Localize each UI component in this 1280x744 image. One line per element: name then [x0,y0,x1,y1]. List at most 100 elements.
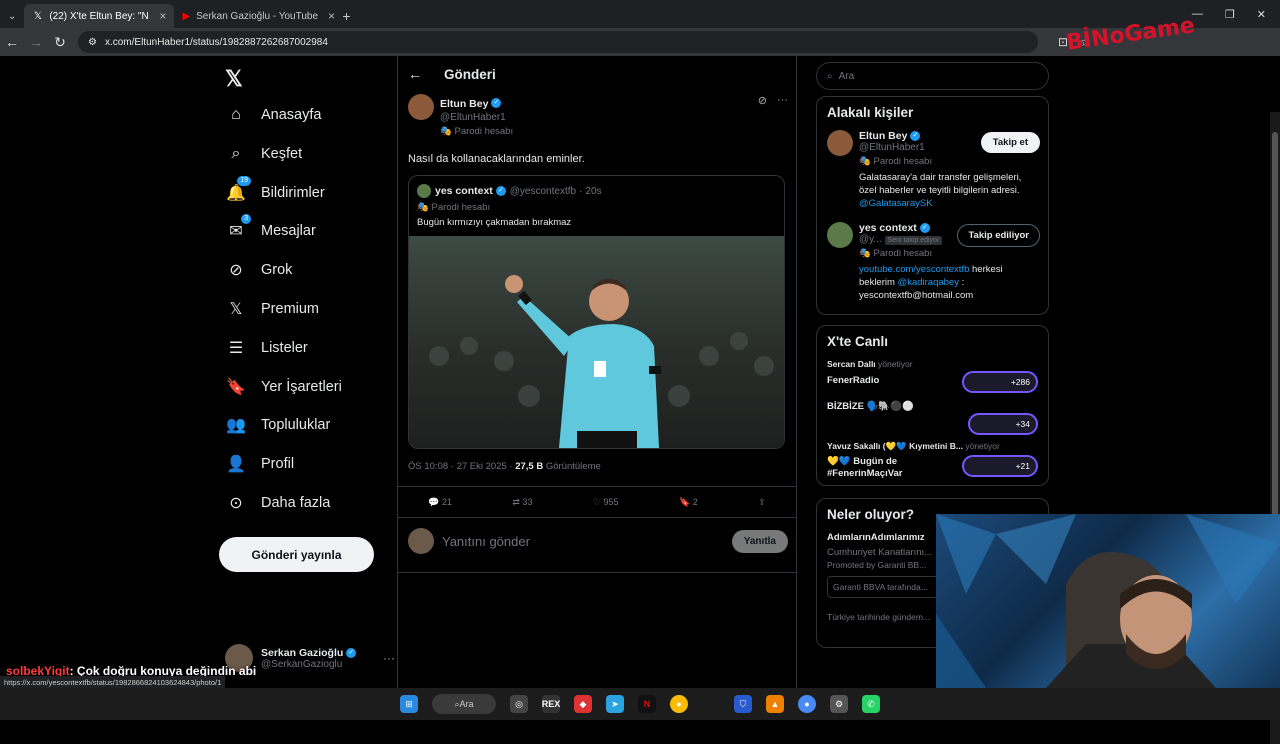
shield-icon[interactable]: ⛉ [734,695,752,713]
home-icon: ⌂ [231,106,241,123]
site-info-icon[interactable]: ⚙ [88,37,97,48]
app-icon[interactable]: ◎ [510,695,528,713]
author-handle[interactable]: @EltunHaber1 [440,112,513,123]
chrome-icon[interactable]: ● [670,695,688,713]
avatar [408,528,434,554]
close-icon[interactable]: × [159,9,166,23]
live-space[interactable]: BİZBİZE 🗣️🐘⚫⚪ +34 [827,401,1038,435]
nav-item-mail[interactable]: ✉ 3 Mesajlar [225,214,316,242]
live-panel: X'te Canlı Sercan Dallı yönetiyor FenerR… [816,325,1049,486]
more-circle-icon: ⊙ [229,495,243,512]
parody-mask-icon: 🎭 [859,248,871,259]
vlc-icon[interactable]: ▲ [766,695,784,713]
live-space[interactable]: Sercan Dallı yönetiyor FenerRadio +286 [827,359,1038,393]
nav-item-communities[interactable]: 👥 Topluluklar [225,414,330,436]
nav-item-search[interactable]: ⌕ Keşfet [225,143,303,165]
bell-icon: 🔔 19 [225,175,251,204]
verified-icon: ✓ [919,223,930,234]
quoted-tweet[interactable]: yes context ✓ @yescontextfb · 20s 🎭 Paro… [408,175,785,449]
nav-item-label: Profil [261,456,295,473]
nav-item-home[interactable]: ⌂ Anasayfa [225,104,321,126]
reply-composer: Yanıtını gönder Yanıtla [408,528,788,554]
nav-item-list[interactable]: ☰ Listeler [225,337,308,359]
reply-input[interactable]: Yanıtını gönder [442,534,732,549]
reply-action[interactable]: 💬 21 [428,497,452,508]
chrome-icon[interactable]: ● [798,695,816,713]
tab-list-button[interactable]: ⌄ [0,4,24,28]
bookmark-icon: 🔖 [226,378,246,396]
main-column: ← Gönderi Eltun Bey ✓ @EltunHaber1 🎭 Paro… [397,56,797,688]
referee-photo[interactable] [409,236,785,448]
reload-icon[interactable]: ↻ [48,34,72,51]
tweet-text: Nasıl da kollanacaklarından eminler. [408,153,585,165]
parody-mask-icon: 🎭 [859,156,871,167]
x-premium-icon: 𝕏 [229,301,243,318]
restore-icon[interactable]: ❐ [1225,8,1235,21]
scroll-thumb[interactable] [1272,132,1278,532]
avatar [827,222,853,248]
more-icon[interactable]: ··· [383,651,395,665]
nav-item-label: Daha fazla [261,495,331,511]
url-field[interactable]: ⚙ x.com/EltunHaber1/status/1982887262687… [78,31,1038,53]
nav-item-x-premium[interactable]: 𝕏 Premium [225,298,319,320]
share-icon[interactable]: ⇪ [758,497,766,508]
x-logo-icon[interactable]: 𝕏 [225,66,243,92]
nav-item-label: Yer İşaretleri [261,378,342,395]
relevant-people-panel: Alakalı kişiler Eltun Bey ✓ @EltunHaber1 … [816,96,1049,315]
tab-x-post[interactable]: 𝕏 (22) X'te Eltun Bey: "Nasıl da k... × [24,4,175,28]
tweet-meta: ÖS 10:08 · 27 Eki 2025 · 27,5 B Görüntül… [408,461,601,472]
grok-icon[interactable]: ⊘ [758,94,767,107]
avatar [827,130,853,156]
verified-icon: ✓ [346,647,357,658]
tab-youtube[interactable]: ▶ Serkan Gazioğlu - YouTube × [174,4,335,28]
browser-tab-bar: ⌄ 𝕏 (22) X'te Eltun Bey: "Nasıl da k... … [0,0,1280,28]
like-action[interactable]: ♡ 955 [593,497,619,508]
nav-item-bookmark[interactable]: 🔖 Yer İşaretleri [225,376,342,398]
back-icon[interactable]: ← [0,34,24,50]
telegram-icon[interactable]: ➤ [606,695,624,713]
list-icon: ☰ [228,339,244,357]
avatar[interactable] [408,94,434,120]
more-icon[interactable]: ··· [777,94,788,107]
nav-item-label: Grok [261,262,293,279]
forward-icon[interactable]: → [24,34,48,50]
live-space[interactable]: Yavuz Sakallı (💛💙 Kıymetini B... yönetiy… [827,441,1038,479]
new-tab-button[interactable]: + [334,4,358,28]
nav-item-label: Keşfet [261,145,303,162]
bookmark-action[interactable]: 🔖 2 [679,497,698,508]
following-button[interactable]: Takip ediliyor [957,224,1040,247]
tweet: Eltun Bey ✓ @EltunHaber1 🎭 Parodi hesabı … [408,94,788,472]
nav-item-profile[interactable]: 👤 Profil [225,453,294,475]
person-card[interactable]: yes context ✓ @y... Seni takip ediyor 🎭 P… [827,222,1040,302]
nav-item-grok[interactable]: ⊘ Grok [225,259,292,281]
notification-badge: 19 [237,175,251,186]
rex-app-icon[interactable]: REX [542,695,560,713]
app-icon[interactable]: ◆ [574,695,592,713]
author-name[interactable]: Eltun Bey [440,98,488,110]
retweet-action[interactable]: ⇄ 33 [512,497,532,508]
youtube-icon: ▶ [182,10,191,22]
post-button[interactable]: Gönderi yayınla [219,537,374,572]
nav-item-label: Topluluklar [261,417,331,434]
reply-icon: 💬 [428,496,440,507]
verified-icon: ✓ [495,186,506,196]
person-card[interactable]: Eltun Bey ✓ @EltunHaber1 🎭 Parodi hesabı … [827,130,1040,210]
nav-item-label: Mesajlar [261,223,316,240]
whatsapp-icon[interactable]: ✆ [862,695,880,713]
app-icon[interactable] [702,695,720,713]
reply-button[interactable]: Yanıtla [731,529,788,553]
netflix-icon[interactable]: N [638,695,656,713]
tweet-actions: 💬 21 ⇄ 33 ♡ 955 🔖 2 ⇪ [398,486,796,518]
taskbar-search[interactable]: ⌕ Ara [432,694,496,714]
verified-icon: ✓ [491,97,502,108]
profile-icon: 👤 [226,456,246,474]
grok-icon: ⊘ [229,262,243,280]
windows-start-icon[interactable]: ⊞ [400,695,418,713]
back-arrow-icon[interactable]: ← [408,66,422,82]
follow-button[interactable]: Takip et [980,132,1040,153]
settings-icon[interactable]: ⚙ [830,695,848,713]
window-close-icon[interactable]: ✕ [1257,8,1266,21]
nav-item-bell[interactable]: 🔔 19 Bildirimler [225,175,325,204]
nav-item-more-circle[interactable]: ⊙ Daha fazla [225,492,330,514]
search-input[interactable]: ⌕ Ara [816,62,1049,90]
